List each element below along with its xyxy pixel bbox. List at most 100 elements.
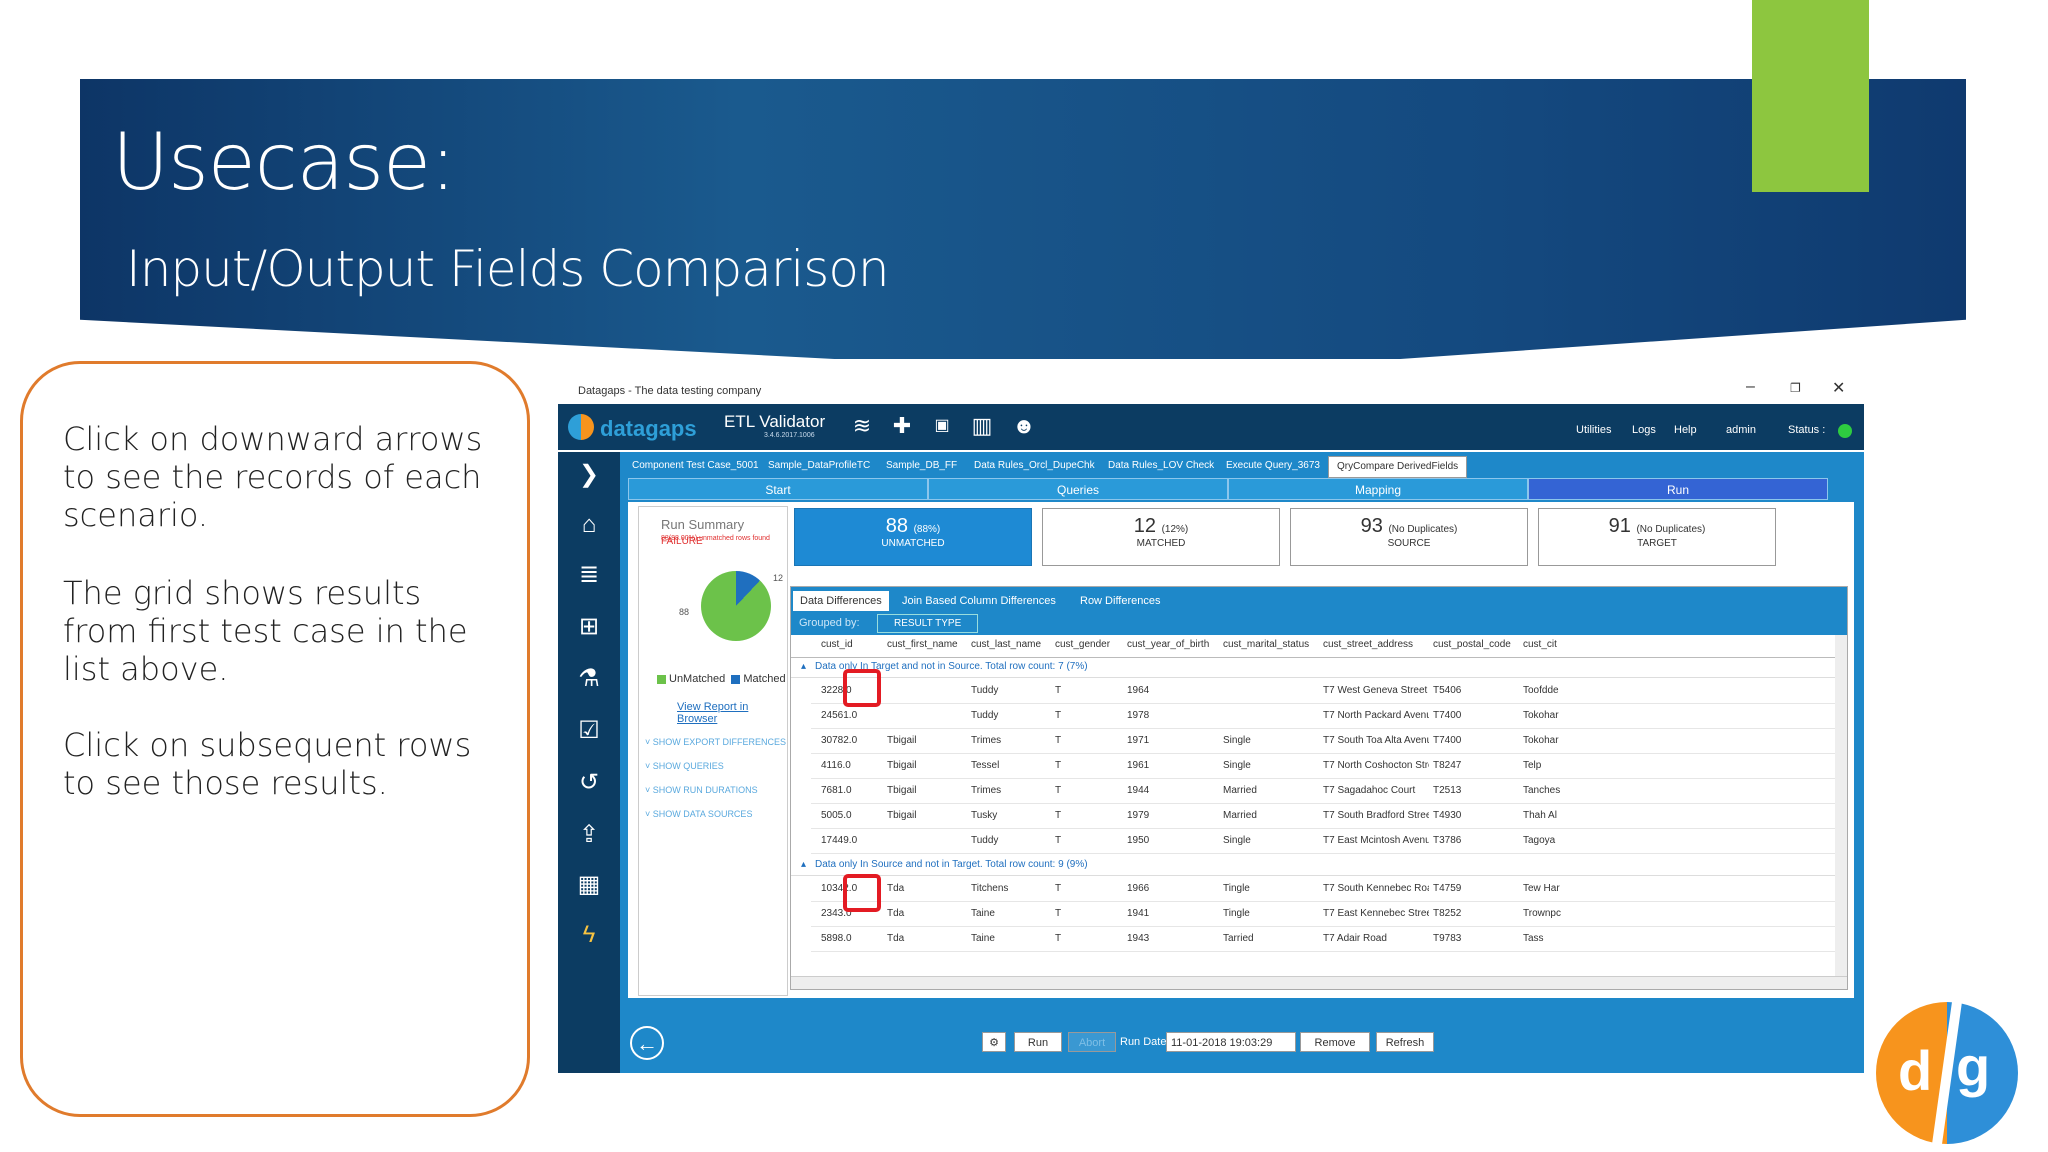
table-cell: T3786 <box>1433 835 1462 846</box>
step-mapping[interactable]: Mapping <box>1228 478 1528 500</box>
source-card[interactable]: 93 (No Duplicates) SOURCE <box>1290 508 1528 566</box>
flask-icon[interactable]: ⚗ <box>574 664 604 694</box>
restore-icon[interactable]: ❐ <box>1790 381 1801 395</box>
view-report-link[interactable]: View Report in Browser <box>677 701 787 725</box>
expand-chevron-icon[interactable]: ❯ <box>574 460 604 490</box>
run-button[interactable]: Run <box>1014 1032 1062 1052</box>
table-row[interactable]: 2343.0 Tda Taine T 1941 Tingle T7 East Kennebe… <box>811 902 1837 927</box>
table-row[interactable]: 5898.0 Tda Taine T 1943 Tarried T7 Adair Road T… <box>811 927 1837 952</box>
step-run[interactable]: Run <box>1528 478 1828 500</box>
tab-qrycompare[interactable]: QryCompare DerivedFields <box>1328 456 1468 478</box>
history-icon[interactable]: ↺ <box>574 768 604 798</box>
show-export-differences-link[interactable]: ˅ SHOW EXPORT DIFFERENCES <box>645 737 786 747</box>
table-cell: 1964 <box>1127 685 1150 696</box>
brand-logo: datagaps <box>600 416 697 441</box>
col-cust-marital-status[interactable]: cust_marital_status <box>1223 639 1317 650</box>
show-queries-link[interactable]: ˅ SHOW QUERIES <box>645 761 724 771</box>
grid-tabs: Data Differences Join Based Column Diffe… <box>791 587 1847 611</box>
collapse-arrow-icon[interactable]: ▴ <box>801 661 806 672</box>
step-queries[interactable]: Queries <box>928 478 1228 500</box>
tab-data-differences[interactable]: Data Differences <box>793 591 889 611</box>
tab-row-differences[interactable]: Row Differences <box>1073 591 1168 611</box>
table-row[interactable]: 4116.0 Tbigail Tessel T 1961 Single T7 North C… <box>811 754 1837 779</box>
col-cust-gender[interactable]: cust_gender <box>1055 639 1115 650</box>
tab-sample-dataprofile[interactable]: Sample_DataProfileTC <box>760 456 878 476</box>
col-cust-postal-code[interactable]: cust_postal_code <box>1433 639 1517 650</box>
col-cust-city[interactable]: cust_cit <box>1523 639 1559 650</box>
database-icon[interactable]: ≋ <box>848 412 876 440</box>
group-row-target-only[interactable]: ▴ Data only In Target and not in Source.… <box>791 657 1837 678</box>
group-row-source-only[interactable]: ▴ Data only In Source and not in Target.… <box>791 855 1837 876</box>
table-cell: Tanches <box>1523 785 1561 796</box>
target-card[interactable]: 91 (No Duplicates) TARGET <box>1538 508 1776 566</box>
checklist-icon[interactable]: ☑ <box>574 716 604 746</box>
flow-icon[interactable]: ϟ <box>574 920 604 950</box>
tab-component-test-case[interactable]: Component Test Case_5001 <box>624 456 767 476</box>
abort-button[interactable]: Abort <box>1068 1032 1116 1052</box>
tab-execute-query[interactable]: Execute Query_3673 <box>1218 456 1328 476</box>
refresh-button[interactable]: Refresh <box>1376 1032 1434 1052</box>
tab-data-rules-lov[interactable]: Data Rules_LOV Check <box>1100 456 1222 476</box>
step-start[interactable]: Start <box>628 478 928 500</box>
col-cust-street-address[interactable]: cust_street_address <box>1323 639 1423 650</box>
add-icon[interactable]: ✚ <box>888 412 916 440</box>
vertical-scrollbar[interactable] <box>1835 635 1847 979</box>
matched-card[interactable]: 12 (12%) MATCHED <box>1042 508 1280 566</box>
accent-tab <box>1752 0 1869 192</box>
col-cust-id[interactable]: cust_id <box>821 639 877 650</box>
show-data-sources-link[interactable]: ˅ SHOW DATA SOURCES <box>645 809 752 819</box>
menu-user[interactable]: admin <box>1726 424 1756 436</box>
table-row[interactable]: 7681.0 Tbigail Trimes T 1944 Married T7 Sagada… <box>811 779 1837 804</box>
calendar-icon[interactable]: ▦ <box>574 870 604 900</box>
product-version: 3.4.6.2017.1006 <box>764 432 815 439</box>
run-summary-panel: Run Summary FAILURE 88(88.00%) unmatched… <box>638 506 788 996</box>
table-row[interactable]: 17449.0 Tuddy T 1950 Single T7 East Mcintosh … <box>811 829 1837 854</box>
table-cell: 1944 <box>1127 785 1150 796</box>
col-cust-last-name[interactable]: cust_last_name <box>971 639 1043 650</box>
home-icon[interactable]: ⌂ <box>574 510 604 540</box>
table-row[interactable]: 30782.0 Tbigail Trimes T 1971 Single T7 South … <box>811 729 1837 754</box>
users-icon[interactable]: ☻ <box>1010 412 1038 440</box>
table-cell: Tuddy <box>971 685 999 696</box>
menu-logs[interactable]: Logs <box>1632 424 1656 436</box>
table-cell: Trownpc <box>1523 908 1561 919</box>
table-row[interactable]: 5005.0 Tbigail Tusky T 1979 Married T7 South B… <box>811 804 1837 829</box>
minimize-icon[interactable]: – <box>1746 378 1755 396</box>
tab-join-column-differences[interactable]: Join Based Column Differences <box>895 591 1063 611</box>
callout-text-2: The grid shows results from first test c… <box>63 574 468 688</box>
database-nav-icon[interactable]: ≣ <box>574 560 604 590</box>
slide-title: Usecase: <box>112 118 456 208</box>
tab-sample-db-ff[interactable]: Sample_DB_FF <box>878 456 965 476</box>
back-arrow-icon[interactable]: ← <box>630 1026 664 1060</box>
table-cell: Trimes <box>971 785 1002 796</box>
show-run-durations-link[interactable]: ˅ SHOW RUN DURATIONS <box>645 785 758 795</box>
unmatched-card[interactable]: 88 (88%) UNMATCHED <box>794 508 1032 566</box>
menu-utilities[interactable]: Utilities <box>1576 424 1611 436</box>
table-cell: 1979 <box>1127 810 1150 821</box>
group-chip-result-type[interactable]: RESULT TYPE <box>877 614 979 633</box>
col-cust-year-of-birth[interactable]: cust_year_of_birth <box>1127 639 1217 650</box>
differences-grid: Data Differences Join Based Column Diffe… <box>790 586 1848 990</box>
settings-gear-icon[interactable]: ⚙ <box>982 1032 1006 1052</box>
run-date-select[interactable]: 11-01-2018 19:03:29 <box>1166 1032 1296 1052</box>
sql-icon[interactable]: ▣ <box>928 412 956 440</box>
table-cell: T2513 <box>1433 785 1462 796</box>
horizontal-scrollbar[interactable] <box>791 976 1847 989</box>
table-cell: T7 West Geneva Street <box>1323 685 1428 696</box>
close-icon[interactable]: ✕ <box>1832 378 1845 398</box>
run-date-label: Run Date: <box>1120 1036 1170 1048</box>
col-cust-first-name[interactable]: cust_first_name <box>887 639 959 650</box>
export-icon[interactable]: ⇪ <box>574 820 604 850</box>
window-title: Datagaps - The data testing company <box>578 385 762 397</box>
menu-help[interactable]: Help <box>1674 424 1697 436</box>
remove-button[interactable]: Remove <box>1300 1032 1370 1052</box>
table-cell: 1941 <box>1127 908 1150 919</box>
table-row[interactable]: 3228.0 Tuddy T 1964 T7 West Geneva Street T54… <box>811 679 1837 704</box>
table-row[interactable]: 10342.0 Tda Titchens T 1966 Tingle T7 South Ke… <box>811 877 1837 902</box>
table-row[interactable]: 24561.0 Tuddy T 1978 T7 North Packard Avenue… <box>811 704 1837 729</box>
collapse-arrow-icon[interactable]: ▴ <box>801 859 806 870</box>
chart-icon[interactable]: ▥ <box>968 412 996 440</box>
tab-data-rules-dupe[interactable]: Data Rules_Orcl_DupeChk <box>966 456 1103 476</box>
hierarchy-icon[interactable]: ⊞ <box>574 612 604 642</box>
table-cell: Tda <box>887 908 905 919</box>
